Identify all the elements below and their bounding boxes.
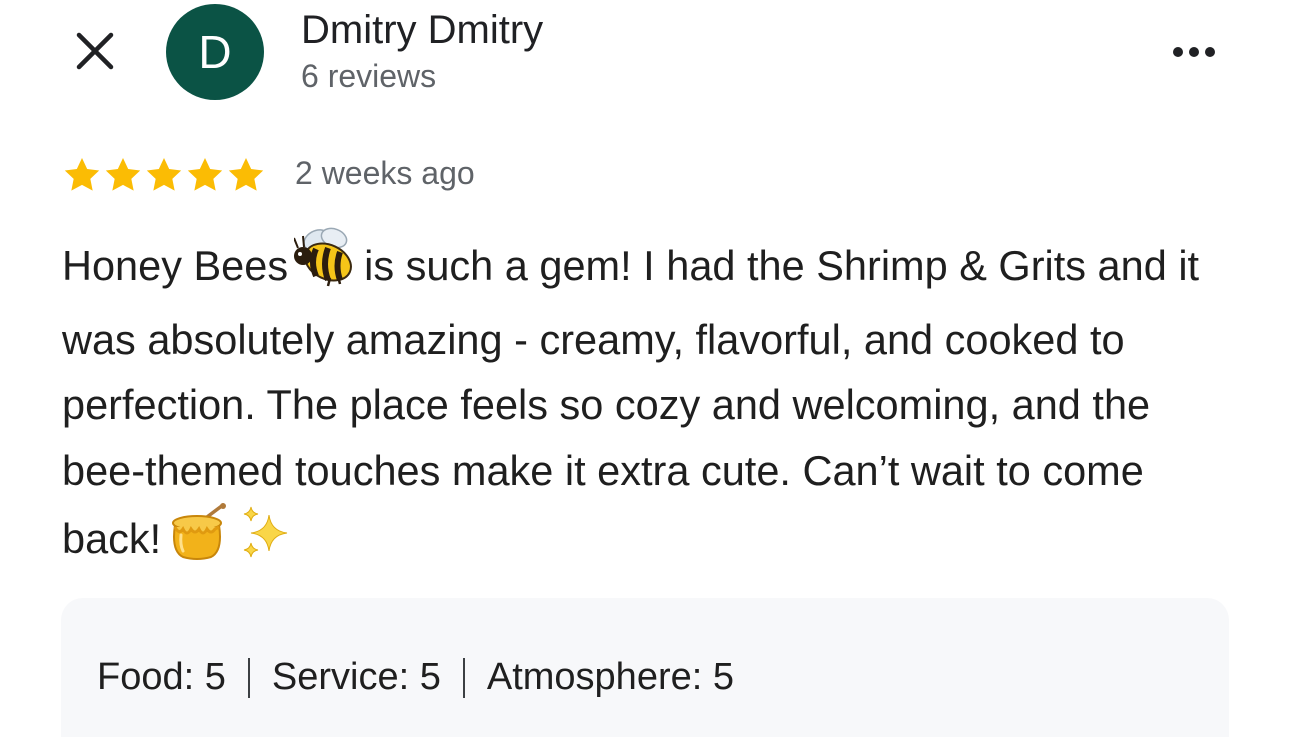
reviewer-name[interactable]: Dmitry Dmitry (301, 8, 543, 53)
attribute-ratings: Food: 5 Service: 5 Atmosphere: 5 (97, 656, 734, 699)
close-icon (76, 32, 114, 70)
more-icon-dot (1189, 47, 1199, 57)
avatar[interactable]: D (166, 4, 264, 100)
review-timestamp: 2 weeks ago (295, 155, 475, 191)
separator (462, 657, 465, 698)
star-rating (62, 155, 266, 195)
more-options-button[interactable] (1164, 30, 1224, 74)
food-rating: 5 (204, 656, 226, 698)
star-icon (187, 158, 223, 191)
review-text: Honey Bees is such a gem! I had the Shri… (62, 226, 1242, 580)
separator (247, 657, 250, 698)
honey-pot-emoji (167, 503, 227, 580)
close-button[interactable] (70, 26, 120, 76)
atmosphere-rating: 5 (712, 656, 735, 698)
atmosphere-label: Atmosphere: (486, 656, 703, 698)
attribute-ratings-panel: Food: 5 Service: 5 Atmosphere: 5 (61, 598, 1229, 737)
star-icon (64, 158, 100, 191)
review-text-rest: is such a gem! I had the Shrimp & Grits … (62, 242, 1200, 562)
bee-emoji (293, 226, 358, 307)
more-horizontal-icon (1173, 47, 1183, 57)
sparkles-emoji (239, 505, 295, 580)
star-icon (228, 158, 264, 191)
avatar-initial: D (198, 26, 232, 78)
star-icon (146, 158, 182, 191)
service-label: Service: (271, 656, 410, 698)
food-label: Food: (97, 656, 195, 698)
service-rating: 5 (419, 656, 441, 698)
review-detail-page: D Dmitry Dmitry 6 reviews 2 weeks ago Ho… (0, 0, 1290, 737)
review-text-start: Honey Bees (62, 242, 289, 289)
more-icon-dot (1205, 47, 1215, 57)
reviewer-review-count: 6 reviews (301, 58, 437, 94)
star-icon (105, 158, 141, 191)
